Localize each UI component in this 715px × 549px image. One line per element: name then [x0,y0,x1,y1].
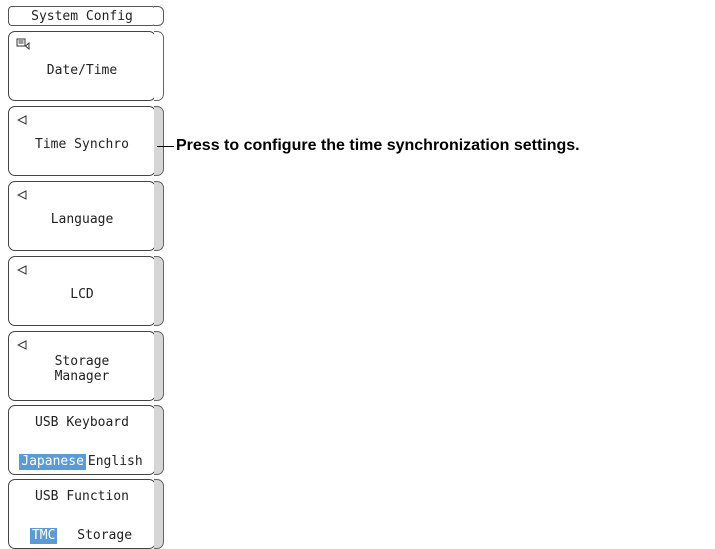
menu-page-icon [16,38,30,50]
softkey-lcd[interactable]: LCD [8,256,156,326]
softkey-usb-keyboard[interactable]: USB Keyboard Japanese English [8,405,156,475]
menu-title-cap [154,6,164,26]
softkey-edge [154,256,164,326]
softkey-usb-function[interactable]: USB Function TMC Storage [8,479,156,549]
left-triangle-icon [17,340,27,350]
option-english[interactable]: English [86,454,145,470]
softkey-label: USB Keyboard [35,415,129,430]
softkey-time-synchro[interactable]: Time Synchro [8,106,156,176]
option-row: TMC Storage [9,528,155,544]
softkey-label: Language [50,212,114,227]
softkey-edge [154,331,164,401]
option-tmc[interactable]: TMC [29,528,58,544]
softkey-language[interactable]: Language [8,181,156,251]
softkey-label: USB Function [35,489,129,504]
softkey-edge [154,31,164,101]
menu-title: System Config [8,6,156,26]
softkey-label: Date/Time [46,63,118,78]
left-triangle-icon [17,115,27,125]
softkey-edge [154,405,164,475]
softkey-label: Time Synchro [35,137,129,152]
left-triangle-icon [17,190,27,200]
option-storage[interactable]: Storage [75,528,134,544]
softkey-label-line1: Storage [54,354,110,369]
softkey-date-time[interactable]: Date/Time [8,31,156,101]
softkey-edge [154,106,164,176]
callout-leader-line [157,146,174,147]
callout-text: Press to configure the time synchronizat… [176,137,580,154]
option-japanese[interactable]: Japanese [19,454,86,470]
softkey-label: LCD [70,287,94,302]
softkey-label-line2: Manager [54,369,110,384]
left-triangle-icon [17,265,27,275]
softkey-edge [154,479,164,549]
softkey-edge [154,181,164,251]
option-row: Japanese English [9,454,155,470]
softkey-storage-manager[interactable]: Storage Manager [8,331,156,401]
